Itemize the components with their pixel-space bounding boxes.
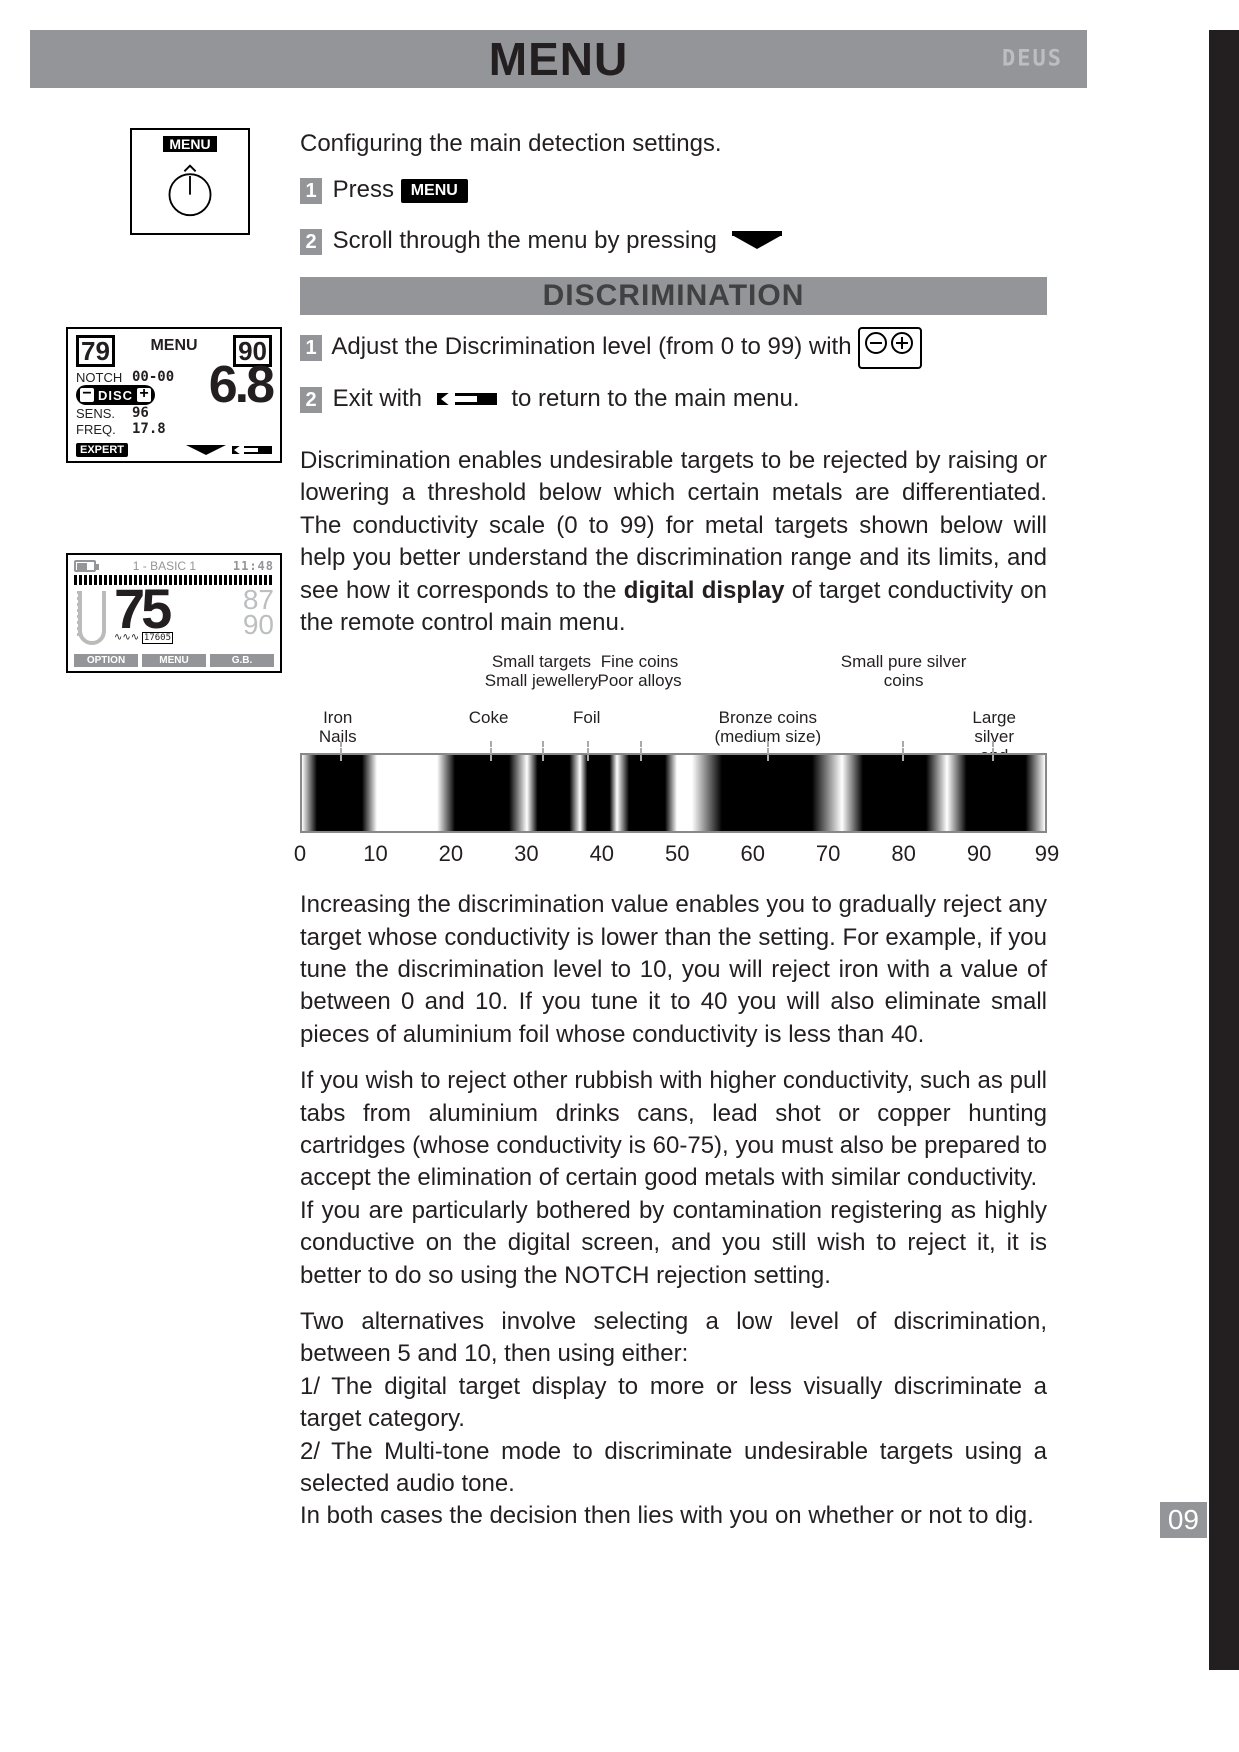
- body-p5: Two alternatives involve selecting a low…: [300, 1306, 1047, 1371]
- freq-label: FREQ.: [76, 422, 132, 437]
- disc-step2-a: Exit with: [333, 385, 422, 412]
- notch-label: NOTCH: [76, 370, 132, 385]
- expert-button: EXPERT: [76, 443, 128, 457]
- axis-tick: 40: [590, 839, 614, 869]
- disc-big-value: 6.8: [209, 363, 272, 407]
- intro-text: Configuring the main detection settings.: [300, 128, 1047, 160]
- ghost-value-b: 90: [243, 612, 274, 637]
- menu-button: MENU: [142, 654, 206, 667]
- side-tab: [1209, 30, 1239, 1670]
- axis-tick: 80: [891, 839, 915, 869]
- chart-label: Small targetsSmall jewellery: [485, 653, 598, 690]
- knob-icon: [162, 162, 218, 218]
- brand-logo: DEUS: [1002, 47, 1063, 72]
- freq-value: 17.8: [132, 421, 166, 437]
- axis-tick: 0: [294, 839, 306, 869]
- chart-label: Foil: [573, 709, 600, 728]
- disc-step2-b: to return to the main menu.: [511, 385, 799, 412]
- chart-label: Fine coinsPoor alloys: [597, 653, 681, 690]
- axis-tick: 30: [514, 839, 538, 869]
- disc-pill: −DISC+: [76, 385, 155, 405]
- notch-value: 00-00: [132, 369, 174, 385]
- body-p2: Increasing the discrimination value enab…: [300, 889, 1047, 1051]
- device-menu-title: MENU: [115, 335, 233, 355]
- axis-tick: 99: [1035, 839, 1059, 869]
- body-p8: In both cases the decision then lies wit…: [300, 1500, 1047, 1532]
- section-heading: DISCRIMINATION: [300, 277, 1047, 315]
- axis-tick: 60: [740, 839, 764, 869]
- target-id-big: 75: [114, 587, 243, 632]
- menu-knob-illustration: MENU: [130, 128, 250, 235]
- body-p3: If you wish to reject other rubbish with…: [300, 1065, 1047, 1195]
- body-p6: 1/ The digital target display to more or…: [300, 1371, 1047, 1436]
- chart-label: IronNails: [319, 709, 357, 746]
- axis-tick: 90: [967, 839, 991, 869]
- axis-tick: 70: [816, 839, 840, 869]
- disc-label: DISC: [94, 388, 137, 403]
- step-badge-1: 1: [300, 178, 322, 204]
- disc-step1-text: Adjust the Discrimination level (from 0 …: [331, 333, 851, 360]
- conductivity-chart: Small targetsSmall jewelleryFine coinsPo…: [300, 653, 1047, 869]
- body-p4: If you are particularly bothered by cont…: [300, 1195, 1047, 1292]
- step2-text: Scroll through the menu by pressing: [333, 227, 717, 254]
- device-main-screen: 1 - BASIC 1 11:48 75 ∿∿∿ 17605 87 90: [66, 553, 282, 673]
- menu-button-label: MENU: [401, 179, 468, 203]
- gb-button: G.B.: [210, 654, 274, 667]
- disc-left-value: 79: [76, 335, 115, 367]
- horseshoe-icon: [74, 587, 114, 652]
- axis-tick: 50: [665, 839, 689, 869]
- chart-label: Small pure silver coins: [832, 653, 975, 690]
- sens-value: 96: [132, 405, 149, 421]
- sens-label: SENS.: [76, 406, 132, 421]
- step-badge-2: 2: [300, 229, 322, 255]
- body-p7: 2/ The Multi-tone mode to discriminate u…: [300, 1436, 1047, 1501]
- step-badge-1: 1: [300, 335, 322, 361]
- body-p1: Discrimination enables undesirable targe…: [300, 445, 1047, 639]
- step-badge-2: 2: [300, 387, 322, 413]
- axis-tick: 20: [439, 839, 463, 869]
- battery-icon: [74, 560, 96, 572]
- down-arrow-icon: [186, 443, 226, 457]
- down-arrow-icon: [732, 231, 782, 251]
- back-arrow-icon: [232, 443, 272, 457]
- clock: 11:48: [233, 559, 274, 573]
- device-menu-screen: 79 MENU 90 6.8 NOTCH00-00 −DISC+ SENS.96…: [66, 327, 282, 463]
- page-title-bar: MENU DEUS: [30, 30, 1087, 88]
- program-name: 1 - BASIC 1: [102, 559, 227, 573]
- step1-prefix: Press: [333, 176, 394, 203]
- menu-knob-label: MENU: [163, 136, 216, 152]
- chart-label: Coke: [469, 709, 509, 728]
- option-button: OPTION: [74, 654, 138, 667]
- back-arrow-icon: [437, 388, 497, 410]
- axis-tick: 10: [363, 839, 387, 869]
- minus-plus-icon: [858, 327, 922, 368]
- page-title: MENU: [30, 32, 1087, 86]
- page-number: 09: [1160, 1502, 1207, 1538]
- freq-small: 17605: [142, 632, 173, 644]
